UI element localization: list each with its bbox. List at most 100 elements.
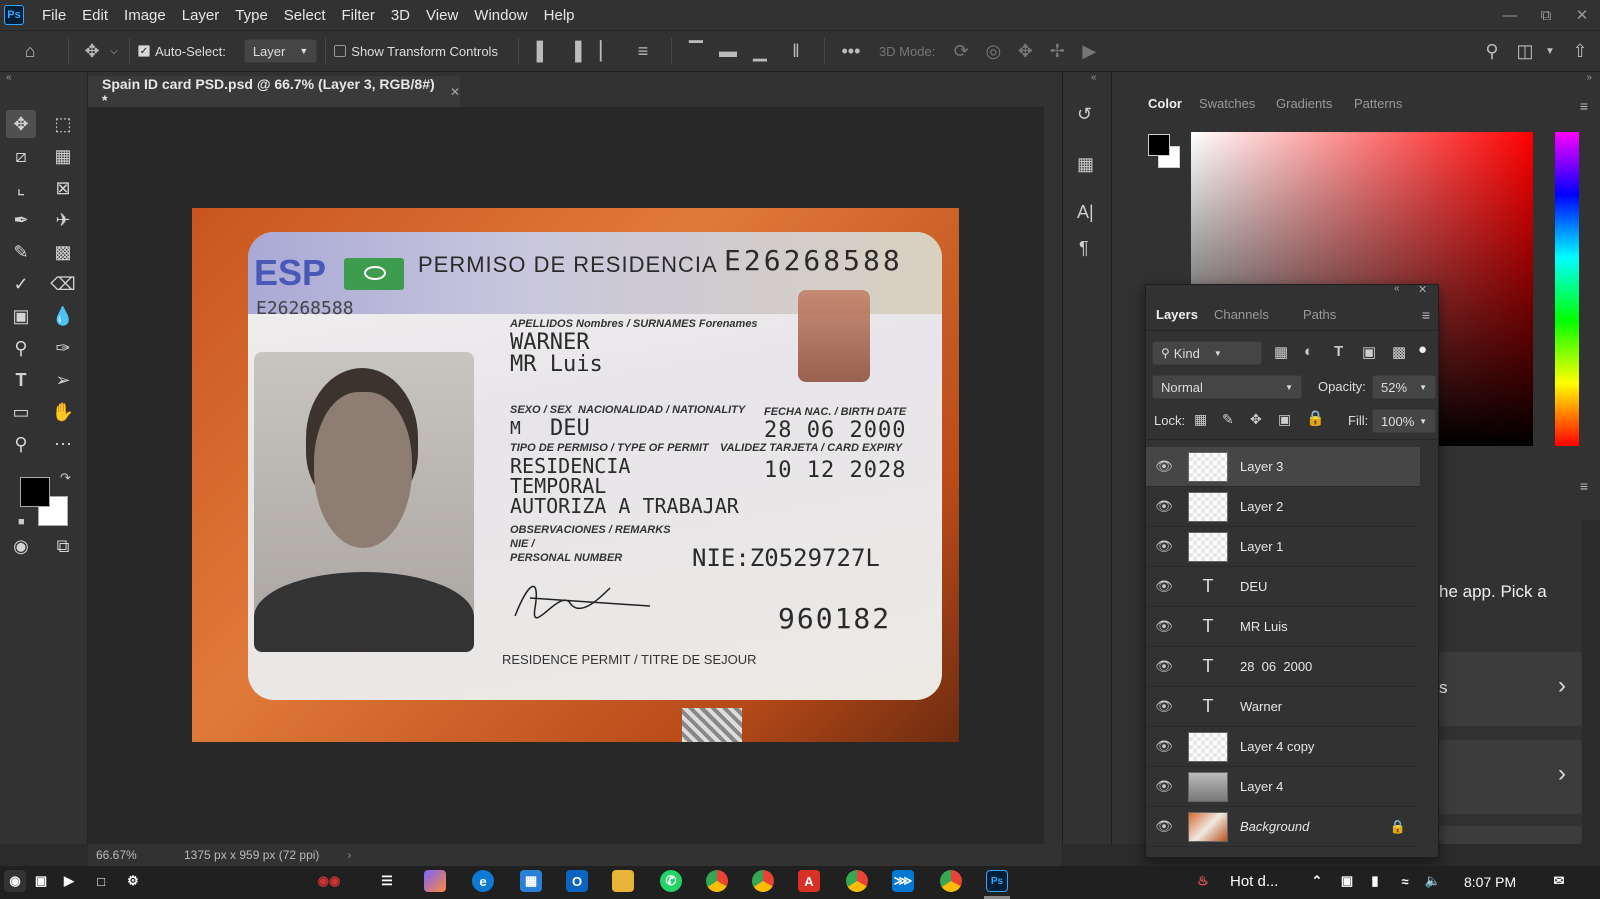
tab-channels[interactable]: Channels <box>1214 307 1269 322</box>
layers-menu-icon[interactable]: ≡ <box>1422 307 1430 323</box>
quick-mask-icon[interactable]: ◉ <box>6 532 36 560</box>
camera-tray-icon[interactable]: ▣ <box>1336 870 1358 892</box>
settings-gear-icon[interactable]: ⚙ <box>122 870 144 892</box>
menu-3d[interactable]: 3D <box>383 7 418 24</box>
workspace-icon[interactable]: ◫ <box>1510 41 1540 62</box>
auto-select-checkbox[interactable]: ✓ <box>138 45 150 57</box>
visibility-eye-icon[interactable]: 👁 <box>1146 458 1182 475</box>
path-selection-tool-icon[interactable]: ➢ <box>48 366 78 394</box>
3d-orbit-icon[interactable]: ⟳ <box>945 41 977 62</box>
snipping-icon[interactable]: ▣ <box>30 870 52 892</box>
screen-mode-icon[interactable]: ⧉ <box>48 532 78 560</box>
weather-text[interactable]: Hot d... <box>1230 873 1278 890</box>
tab-swatches[interactable]: Swatches <box>1199 96 1255 111</box>
tab-patterns[interactable]: Patterns <box>1354 96 1402 111</box>
history-brush-tool-icon[interactable]: ✓ <box>6 270 36 298</box>
auto-select-dropdown[interactable]: Layer ▼ <box>243 39 318 63</box>
menu-filter[interactable]: Filter <box>334 7 383 24</box>
layer-row[interactable]: 👁 Layer 4 copy <box>1146 727 1420 767</box>
discover-card[interactable]: › <box>1439 740 1582 814</box>
home-icon[interactable]: ⌂ <box>0 41 60 62</box>
document-image[interactable]: ESP PERMISO DE RESIDENCIA E26268588 E262… <box>192 208 959 742</box>
discover-scrollbar[interactable] <box>1582 520 1600 844</box>
color-fg-swatch[interactable] <box>1148 134 1170 156</box>
marquee-tool-icon[interactable]: ⬚ <box>48 110 78 138</box>
file-explorer-icon[interactable] <box>612 870 634 892</box>
collapse-dock-icon[interactable]: « <box>1091 72 1097 83</box>
menu-view[interactable]: View <box>418 7 466 24</box>
chrome-profile-icon[interactable] <box>752 870 774 892</box>
align-center-icon[interactable]: ▐ <box>559 41 591 62</box>
eyedropper-tool-icon[interactable]: ✒ <box>6 206 36 234</box>
clock[interactable]: 8:07 PM <box>1464 874 1516 890</box>
menu-file[interactable]: File <box>34 7 74 24</box>
filter-pixel-icon[interactable]: ▦ <box>1274 343 1288 361</box>
align-top-icon[interactable]: ▔ <box>680 41 712 62</box>
photoshop-taskbar-icon[interactable]: Ps <box>986 870 1008 892</box>
3d-pan-icon[interactable]: ✥ <box>1009 41 1041 62</box>
expand-panel-icon[interactable]: » <box>1586 72 1592 83</box>
3d-slide-icon[interactable]: ✢ <box>1041 41 1073 62</box>
filter-adjustment-icon[interactable]: ◐ <box>1304 343 1313 360</box>
more-tools-icon[interactable]: ⋯ <box>48 430 78 458</box>
filter-smart-object-icon[interactable]: ▩ <box>1392 343 1406 361</box>
distribute-vertical-icon[interactable]: ‖ <box>776 41 816 62</box>
layer-row[interactable]: 👁 Layer 1 <box>1146 527 1420 567</box>
file-icon[interactable]: □ <box>90 870 112 892</box>
acrobat-icon[interactable]: A <box>798 870 820 892</box>
fill-field[interactable]: 100% ▼ <box>1372 409 1436 433</box>
chrome-alt-icon[interactable] <box>846 870 868 892</box>
align-left-icon[interactable]: ▌ <box>527 41 559 62</box>
tab-color[interactable]: Color <box>1148 96 1182 111</box>
chevron-down-icon[interactable]: ⌵ <box>107 46 121 57</box>
chrome-icon[interactable] <box>706 870 728 892</box>
layer-row[interactable]: 👁 Background 🔒 <box>1146 807 1420 847</box>
lock-transparency-icon[interactable]: ▦ <box>1194 411 1207 428</box>
distribute-icon[interactable]: ≡ <box>623 41 663 62</box>
stamp-tool-icon[interactable]: ▩ <box>48 238 78 266</box>
layer-row[interactable]: 👁 T Warner <box>1146 687 1420 727</box>
frame-tool-icon[interactable]: ⊠ <box>48 174 78 202</box>
move-tool-preset-icon[interactable]: ✥ <box>77 41 107 62</box>
swap-colors-icon[interactable]: ↷ <box>60 470 71 486</box>
character-panel-icon[interactable]: A| <box>1077 202 1094 223</box>
opacity-field[interactable]: 52% ▼ <box>1372 375 1436 399</box>
object-select-tool-icon[interactable]: ▦ <box>48 142 78 170</box>
battery-icon[interactable]: ▮ <box>1364 870 1386 892</box>
lasso-tool-icon[interactable]: ⧄ <box>6 142 36 170</box>
panel-menu-icon[interactable]: ≡ <box>1580 98 1588 114</box>
move-tool-icon[interactable]: ✥ <box>6 110 36 138</box>
tab-gradients[interactable]: Gradients <box>1276 96 1332 111</box>
lock-all-icon[interactable]: 🔒 <box>1306 409 1325 427</box>
tab-paths[interactable]: Paths <box>1303 307 1336 322</box>
history-panel-icon[interactable]: ↺ <box>1077 104 1092 125</box>
zoom-level[interactable]: 66.67% <box>96 848 184 862</box>
filter-type-icon[interactable]: T <box>1334 343 1343 360</box>
align-right-icon[interactable]: ▏ <box>591 41 623 62</box>
restore-icon[interactable]: ⧉ <box>1528 0 1564 30</box>
layer-row[interactable]: 👁 Layer 3 <box>1146 447 1420 487</box>
layer-row[interactable]: 👁 Layer 2 <box>1146 487 1420 527</box>
brush-tool-icon[interactable]: ✎ <box>6 238 36 266</box>
tab-layers[interactable]: Layers <box>1156 307 1198 322</box>
align-bottom-icon[interactable]: ▁ <box>744 41 776 62</box>
document-tab[interactable]: Spain ID card PSD.psd @ 66.7% (Layer 3, … <box>88 76 460 108</box>
3d-roll-icon[interactable]: ◎ <box>977 41 1009 62</box>
gradient-tool-icon[interactable]: ▣ <box>6 302 36 330</box>
discover-card[interactable] <box>1439 826 1582 844</box>
wifi-icon[interactable]: ≈ <box>1394 870 1416 892</box>
collapse-icon[interactable]: « <box>6 72 12 83</box>
more-options-icon[interactable]: ••• <box>833 41 869 62</box>
chevron-right-icon[interactable]: › <box>347 848 351 862</box>
lock-position-icon[interactable]: ✥ <box>1250 411 1262 428</box>
chevron-up-icon[interactable]: ⌃ <box>1306 870 1328 892</box>
vertical-scrollbar[interactable] <box>1044 107 1062 844</box>
crop-tool-icon[interactable]: ⌞ <box>6 174 36 202</box>
healing-brush-tool-icon[interactable]: ✈ <box>48 206 78 234</box>
rectangle-tool-icon[interactable]: ▭ <box>6 398 36 426</box>
menu-help[interactable]: Help <box>536 7 583 24</box>
menu-edit[interactable]: Edit <box>74 7 116 24</box>
store-icon[interactable]: ▦ <box>520 870 542 892</box>
visibility-eye-icon[interactable]: 👁 <box>1146 818 1182 835</box>
chrome-beta-icon[interactable] <box>940 870 962 892</box>
